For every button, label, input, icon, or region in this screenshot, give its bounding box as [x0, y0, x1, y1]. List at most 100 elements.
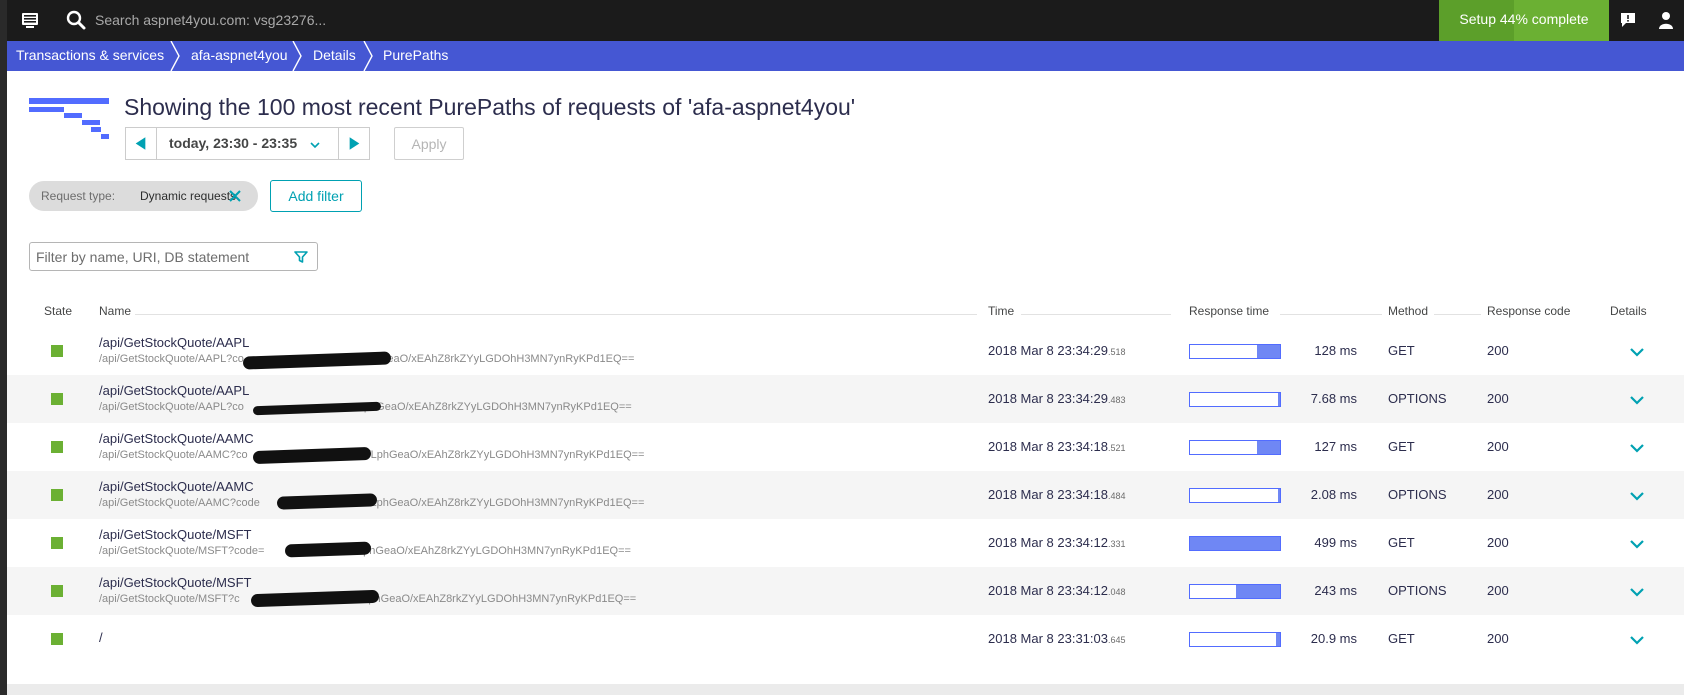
name-filter-input[interactable]	[36, 243, 286, 270]
response-time-bar-fill	[1257, 345, 1280, 358]
chevron-down-icon[interactable]	[309, 139, 321, 151]
setup-progress-label: Setup 44% complete	[1459, 11, 1589, 27]
response-time-bar	[1189, 488, 1281, 503]
chevron-down-icon[interactable]	[1628, 631, 1646, 649]
response-time-bar	[1189, 344, 1281, 359]
response-time-bar-fill	[1257, 441, 1280, 454]
request-uri-tail: 6vfLphGeaO/xEAhZ8rkZYyLGDOhH3MN7ynRyKPd1…	[347, 593, 637, 605]
chevron-down-icon[interactable]	[1628, 487, 1646, 505]
table-row[interactable]: / 2018 Mar 8 23:31:03.645 20.9 ms GET 20…	[7, 615, 1684, 663]
response-time-value: 499 ms	[1314, 535, 1357, 550]
breadcrumb-service[interactable]: afa-aspnet4you	[191, 41, 288, 71]
request-time-ms: .483	[1107, 395, 1126, 405]
funnel-icon[interactable]	[294, 250, 308, 264]
breadcrumb: Transactions & services afa-aspnet4you D…	[7, 41, 1684, 71]
chevron-down-icon[interactable]	[1628, 583, 1646, 601]
request-method: OPTIONS	[1388, 391, 1447, 406]
header-divider	[1280, 314, 1382, 315]
request-uri-head: /api/GetStockQuote/AAMC?co	[99, 449, 248, 461]
request-time-ms: .645	[1107, 635, 1126, 645]
state-ok-indicator	[51, 537, 63, 549]
request-uri-head: /api/GetStockQuote/AAMC?code	[99, 497, 260, 509]
apply-button[interactable]: Apply	[394, 127, 464, 160]
request-time: 2018 Mar 8 23:34:29.483	[988, 391, 1126, 406]
timeframe-label[interactable]: today, 23:30 - 23:35	[169, 135, 297, 151]
add-filter-button[interactable]: Add filter	[270, 180, 362, 212]
response-time-bar	[1189, 536, 1281, 551]
table-row[interactable]: /api/GetStockQuote/AAPL /api/GetStockQuo…	[7, 327, 1684, 375]
response-code: 200	[1487, 583, 1509, 598]
header-divider	[1434, 314, 1481, 315]
table-row[interactable]: /api/GetStockQuote/AAMC /api/GetStockQuo…	[7, 423, 1684, 471]
response-time-value: 243 ms	[1314, 583, 1357, 598]
response-time-bar-fill	[1190, 537, 1280, 550]
request-uri-head: /api/GetStockQuote/MSFT?code=	[99, 545, 265, 557]
app-page: Setup 44% complete Transactions & servic…	[7, 0, 1684, 695]
table-row[interactable]: /api/GetStockQuote/MSFT /api/GetStockQuo…	[7, 519, 1684, 567]
response-time-value: 128 ms	[1314, 343, 1357, 358]
request-name: /	[99, 630, 103, 645]
response-time-bar-fill	[1276, 633, 1280, 646]
request-time-value: 2018 Mar 8 23:34:12	[988, 535, 1108, 550]
request-time: 2018 Mar 8 23:34:18.521	[988, 439, 1126, 454]
column-header-name[interactable]: Name	[99, 304, 131, 318]
request-time-value: 2018 Mar 8 23:34:12	[988, 583, 1108, 598]
purepath-logo-icon	[29, 98, 109, 139]
request-name: /api/GetStockQuote/AAMC	[99, 431, 254, 446]
column-header-method[interactable]: Method	[1388, 304, 1428, 318]
user-icon[interactable]	[1657, 10, 1675, 30]
state-ok-indicator	[51, 633, 63, 645]
breadcrumb-purepaths[interactable]: PurePaths	[383, 41, 448, 71]
column-header-details: Details	[1610, 304, 1647, 318]
request-name: /api/GetStockQuote/AAMC	[99, 479, 254, 494]
setup-progress-button[interactable]: Setup 44% complete	[1439, 0, 1609, 41]
request-method: GET	[1388, 535, 1415, 550]
timeframe-next-icon[interactable]	[338, 128, 369, 159]
chat-icon[interactable]	[1619, 11, 1637, 29]
request-method: OPTIONS	[1388, 583, 1447, 598]
search-input[interactable]	[95, 6, 695, 34]
response-code: 200	[1487, 631, 1509, 646]
close-icon[interactable]	[228, 189, 242, 203]
request-time-ms: .484	[1107, 491, 1126, 501]
request-uri-head: /api/GetStockQuote/AAPL?co	[99, 353, 244, 365]
request-time-value: 2018 Mar 8 23:31:03	[988, 631, 1108, 646]
redaction-scribble	[252, 446, 372, 465]
column-header-response-code[interactable]: Response code	[1487, 304, 1570, 318]
request-time-ms: .518	[1107, 347, 1126, 357]
column-header-state[interactable]: State	[44, 304, 72, 318]
filter-chip-key: Request type:	[41, 189, 116, 203]
timeframe-prev-icon[interactable]	[126, 128, 157, 159]
chevron-down-icon[interactable]	[1628, 535, 1646, 553]
table-row[interactable]: /api/GetStockQuote/AAMC /api/GetStockQuo…	[7, 471, 1684, 519]
response-code: 200	[1487, 487, 1509, 502]
response-time-bar	[1189, 392, 1281, 407]
breadcrumb-details[interactable]: Details	[313, 41, 356, 71]
response-time-bar	[1189, 632, 1281, 647]
breadcrumb-transactions-services[interactable]: Transactions & services	[16, 41, 164, 71]
request-name: /api/GetStockQuote/MSFT	[99, 575, 252, 590]
column-header-response-time[interactable]: Response time	[1189, 304, 1269, 318]
breadcrumb-separator-icon	[170, 41, 180, 71]
state-ok-indicator	[51, 441, 63, 453]
table-row[interactable]: /api/GetStockQuote/AAPL /api/GetStockQuo…	[7, 375, 1684, 423]
name-filter-field	[29, 242, 318, 271]
filter-chip-value: Dynamic requests	[140, 189, 237, 203]
request-uri-tail: P6vfLphGeaO/xEAhZ8rkZYyLGDOhH3MN7ynRyKPd…	[348, 449, 645, 461]
window-edge	[0, 0, 7, 695]
chevron-down-icon[interactable]	[1628, 343, 1646, 361]
column-header-time[interactable]: Time	[988, 304, 1014, 318]
menu-icon[interactable]	[21, 10, 39, 30]
search-icon[interactable]	[65, 9, 87, 31]
request-name: /api/GetStockQuote/AAPL	[99, 335, 250, 350]
request-time-value: 2018 Mar 8 23:34:29	[988, 391, 1108, 406]
response-code: 200	[1487, 343, 1509, 358]
state-ok-indicator	[51, 489, 63, 501]
request-method: GET	[1388, 631, 1415, 646]
header-divider	[135, 314, 977, 315]
table-row[interactable]: /api/GetStockQuote/MSFT /api/GetStockQuo…	[7, 567, 1684, 615]
chevron-down-icon[interactable]	[1628, 391, 1646, 409]
request-time: 2018 Mar 8 23:34:18.484	[988, 487, 1126, 502]
chevron-down-icon[interactable]	[1628, 439, 1646, 457]
request-uri-head: /api/GetStockQuote/MSFT?c	[99, 593, 240, 605]
